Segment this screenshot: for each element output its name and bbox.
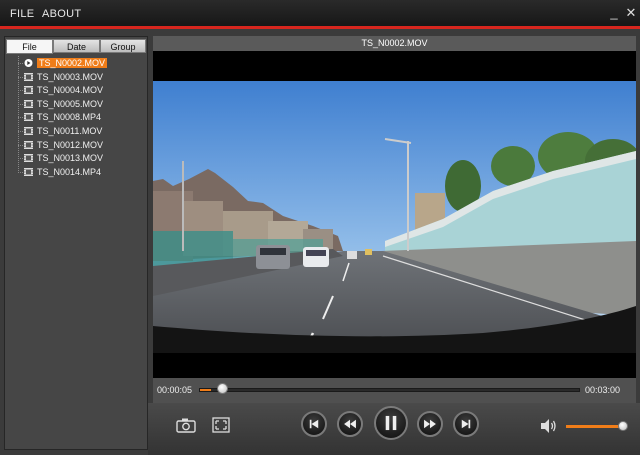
film-icon [24,167,33,176]
close-button[interactable]: ✕ [624,6,638,20]
film-icon [24,113,33,122]
film-icon [24,140,33,149]
video-display[interactable] [153,51,636,378]
current-time: 00:00:05 [157,385,193,395]
file-list-item[interactable]: TS_N0011.MOV [24,125,102,138]
file-name: TS_N0008.MP4 [37,112,102,123]
next-button[interactable] [453,411,479,437]
file-list-item[interactable]: TS_N0014.MP4 [24,166,101,179]
file-name: TS_N0004.MOV [37,85,104,96]
controls-bar [148,403,640,455]
file-list-item[interactable]: TS_N0012.MOV [24,139,103,152]
minimize-button[interactable]: _ [607,6,621,20]
file-name: TS_N0012.MOV [37,139,104,150]
file-name: TS_N0005.MOV [37,98,104,109]
mute-button[interactable] [540,418,558,434]
pause-icon [385,415,397,431]
film-icon [24,86,33,95]
tab-group[interactable]: Group [100,39,146,53]
fast-forward-button[interactable] [417,411,443,437]
snapshot-button[interactable] [176,417,196,433]
video-frame [153,51,636,378]
film-icon [24,127,33,135]
seek-bar-row: 00:00:05 00:03:00 [153,378,636,403]
file-browser-panel: File Date Group TS_N0002.MOV TS_N0003.MOV… [4,36,148,450]
speaker-icon [541,419,556,433]
skip-next-icon [461,419,471,429]
menu-file[interactable]: FILE [10,8,34,20]
camera-icon [176,418,196,433]
film-icon [24,72,33,81]
browser-tabs: File Date Group [6,39,146,54]
pause-button[interactable] [374,406,408,440]
skip-previous-icon [309,419,319,429]
file-list-item[interactable]: TS_N0004.MOV [24,84,103,97]
rewind-button[interactable] [337,411,363,437]
file-name: TS_N0014.MP4 [37,166,102,177]
seek-progress [200,389,211,391]
file-name: TS_N0011.MOV [37,126,103,136]
video-title: TS_N0002.MOV [153,36,636,51]
file-name: TS_N0002.MOV [37,58,108,68]
volume-track[interactable] [566,425,626,428]
total-time: 00:03:00 [585,385,621,395]
film-icon [24,99,33,108]
seek-track[interactable] [199,388,580,392]
play-icon [24,59,33,67]
volume-thumb[interactable] [618,421,628,431]
fullscreen-icon [212,417,230,433]
file-list-item[interactable]: TS_N0008.MP4 [24,111,101,124]
previous-button[interactable] [301,411,327,437]
file-list: TS_N0002.MOV TS_N0003.MOV TS_N0004.MOV TS_N… [6,54,146,448]
file-list-item[interactable]: TS_N0003.MOV [24,71,103,84]
title-accent-line [0,26,640,29]
file-list-item[interactable]: TS_N0005.MOV [24,98,103,111]
file-name: TS_N0003.MOV [37,71,104,82]
file-list-item[interactable]: TS_N0013.MOV [24,152,103,165]
file-name: TS_N0013.MOV [37,153,104,164]
fullscreen-button[interactable] [212,417,230,433]
fast-forward-icon [424,419,436,429]
menu-about[interactable]: ABOUT [42,8,81,20]
film-icon [24,154,33,163]
file-list-item[interactable]: TS_N0002.MOV [24,57,108,70]
tree-connector [18,56,19,171]
seek-thumb[interactable] [217,383,229,394]
title-bar: FILE ABOUT _ ✕ [0,0,640,27]
tab-file[interactable]: File [6,39,53,54]
rewind-icon [344,419,356,429]
tab-date[interactable]: Date [53,39,100,53]
